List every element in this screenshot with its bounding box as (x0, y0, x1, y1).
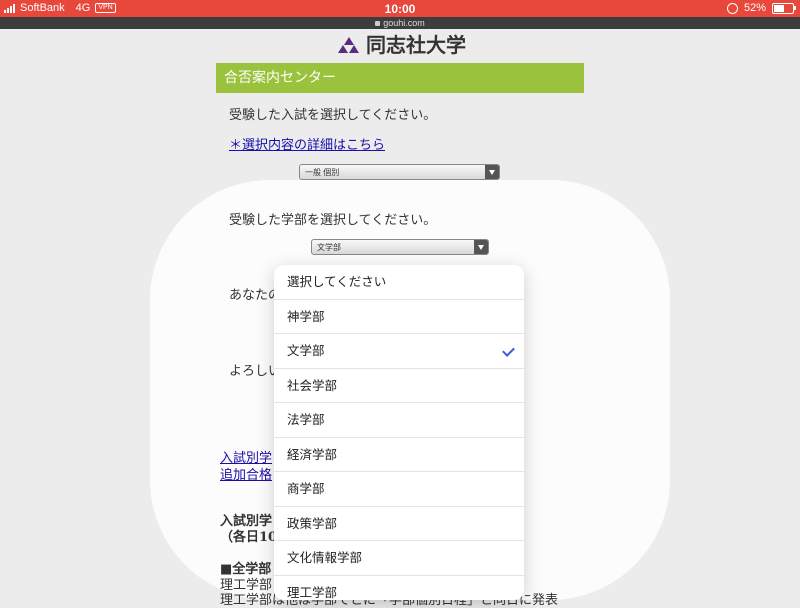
faculty-select-value: 文学部 (317, 243, 341, 252)
option-label: 選択してください (287, 274, 387, 289)
lock-icon (375, 21, 381, 27)
checkmark-icon (502, 344, 515, 357)
faculty-select[interactable]: 文学部 (311, 239, 489, 255)
url-text: gouhi.com (383, 18, 425, 28)
details-link[interactable]: ＊選択内容の詳細はこちら (229, 134, 385, 153)
dropdown-option[interactable]: 政策学部 (274, 507, 524, 541)
status-bar: SoftBank 4G VPN 10:00 52% (0, 0, 800, 17)
option-label: 文学部 (287, 343, 325, 358)
dropdown-option[interactable]: 文化情報学部 (274, 541, 524, 576)
section-heading-3: ■全学部 (220, 562, 272, 577)
page-header: 合否案内センター (216, 63, 584, 93)
battery-percent: 52% (743, 2, 766, 14)
battery-icon (772, 2, 796, 14)
dropdown-option[interactable]: 社会学部 (274, 369, 524, 403)
dropdown-option[interactable]: 神学部 (274, 300, 524, 334)
faculty-dropdown-menu[interactable]: 選択してください 神学部 文学部 社会学部 法学部 経済学部 商学部 政策学部 … (274, 265, 524, 600)
option-label: 経済学部 (287, 446, 338, 462)
logo-text: 同志社大学 (366, 33, 466, 57)
exam-select[interactable]: 一般 個別 (299, 164, 500, 180)
clock: 10:00 (384, 2, 416, 16)
status-right: 52% (726, 2, 796, 14)
dropdown-option[interactable]: 商学部 (274, 472, 524, 507)
option-label: 政策学部 (287, 515, 338, 531)
section-heading-2: （各日10 (220, 530, 278, 545)
exam-select-value: 一般 個別 (305, 168, 340, 177)
additional-pass-link[interactable]: 追加合格 (220, 464, 272, 483)
dropdown-option[interactable]: 経済学部 (274, 438, 524, 472)
dropdown-option-selected[interactable]: 文学部 (274, 334, 524, 369)
option-label: 理工学部 (287, 584, 338, 600)
option-label: 社会学部 (287, 377, 338, 393)
logo-mark-icon (338, 35, 360, 53)
section-text-1: 理工学部 (220, 578, 273, 593)
option-label: 商学部 (287, 481, 325, 496)
dropdown-option[interactable]: 法学部 (274, 403, 524, 438)
option-label: 法学部 (287, 412, 325, 427)
dropdown-option[interactable]: 選択してください (274, 265, 524, 300)
exam-select-prompt: 受験した入試を選択してください。 (229, 108, 437, 123)
dropdown-option[interactable]: 理工学部 (274, 576, 524, 601)
faculty-select-prompt: 受験した学部を選択してください。 (229, 213, 437, 228)
option-label: 文化情報学部 (287, 550, 363, 565)
university-logo: 同志社大学 (338, 29, 466, 58)
option-label: 神学部 (287, 308, 325, 324)
chevron-down-icon (474, 240, 488, 254)
rotation-lock-icon (726, 2, 738, 14)
section-heading-1: 入試別学 (220, 514, 273, 529)
url-bar[interactable]: gouhi.com (0, 17, 800, 29)
chevron-down-icon (485, 165, 499, 179)
